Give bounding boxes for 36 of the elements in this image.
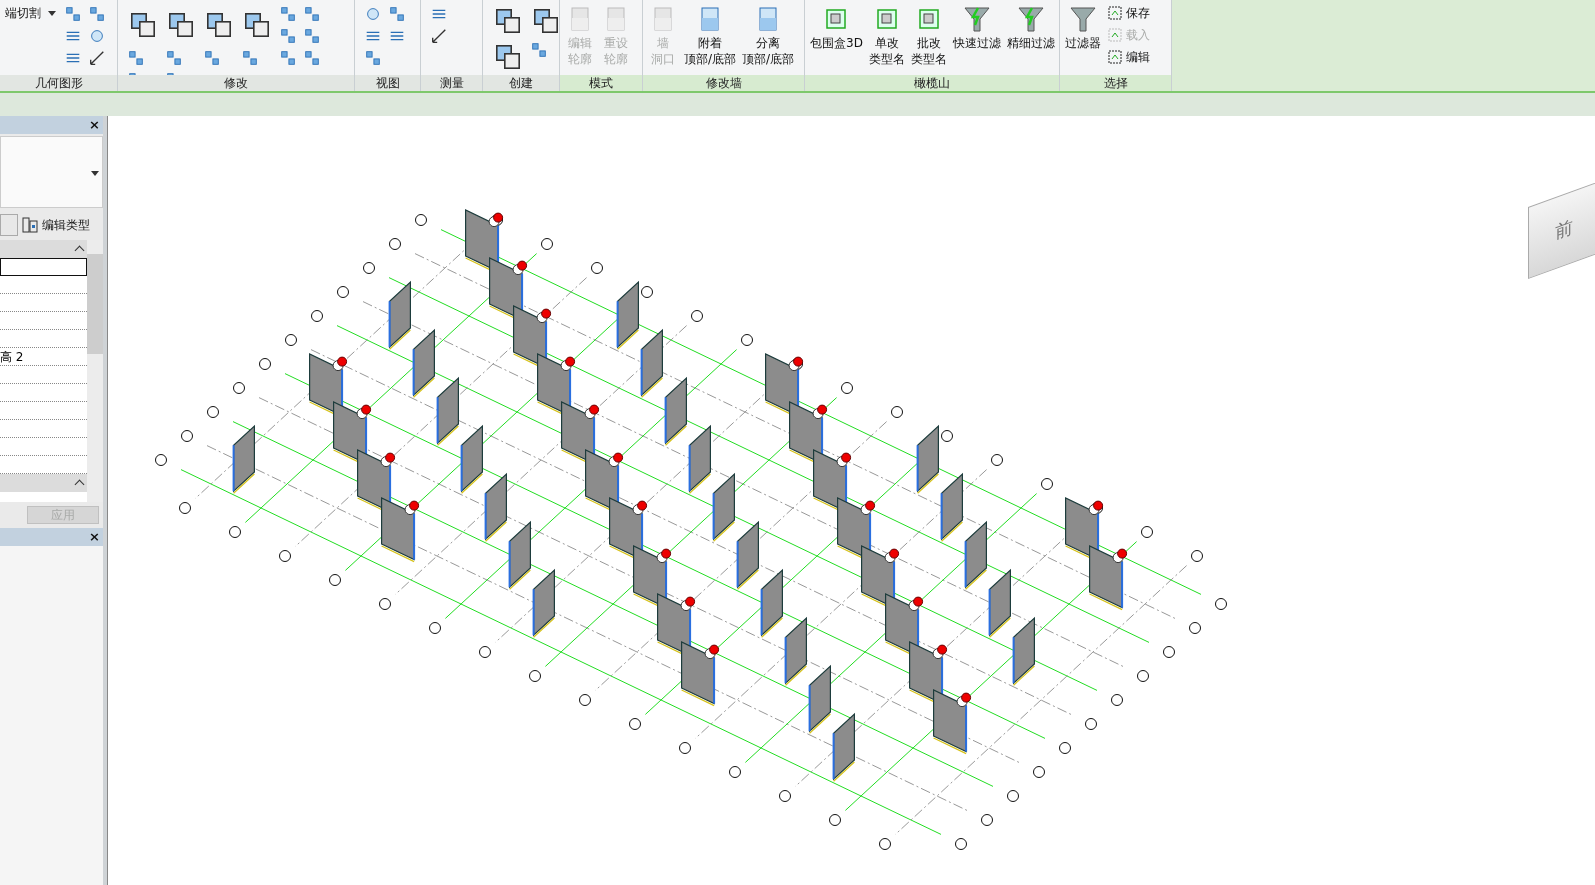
tool-icon[interactable] (88, 49, 106, 67)
edit-type-button[interactable]: 编辑类型 (22, 216, 90, 234)
ribbon-button[interactable]: 编辑 (1105, 47, 1152, 67)
panel-title: 修改墙 (643, 75, 804, 91)
close-button[interactable]: × (89, 118, 100, 132)
ribbon-button[interactable]: 包围盒3D (808, 3, 865, 52)
property-row[interactable] (0, 258, 87, 276)
ribbon-button[interactable]: 批改 类型名 (908, 3, 949, 68)
filter-dropdown[interactable] (0, 214, 18, 236)
tool-icon (1107, 27, 1123, 43)
tool-icon (1107, 49, 1123, 65)
panel-title: 选择 (1060, 75, 1171, 91)
tool-icon (1068, 4, 1098, 34)
panel-title: 测量 (421, 75, 482, 91)
close-button[interactable]: × (89, 530, 100, 544)
tool-icon[interactable] (430, 27, 448, 45)
panel-title: 几何图形 (0, 75, 117, 91)
ribbon-button[interactable]: 过滤器 (1063, 3, 1103, 52)
ribbon-button[interactable]: 快速过滤 (950, 3, 1003, 52)
tool-icon (1015, 4, 1046, 34)
ribbon-button[interactable]: 保存 (1105, 3, 1152, 23)
tool-icon (1107, 5, 1123, 21)
ribbon-button[interactable]: 分离 顶部/底部 (740, 3, 797, 68)
panel-title: 橄榄山 (805, 75, 1059, 91)
ribbon-button[interactable]: 附着 顶部/底部 (682, 3, 739, 68)
panel-title: 创建 (483, 75, 559, 91)
tool-icon (961, 4, 992, 34)
ribbon-button[interactable]: 精细过滤 (1004, 3, 1057, 52)
panel-title: 视图 (355, 75, 420, 91)
ribbon-button[interactable]: 单改 类型名 (866, 3, 907, 68)
panel-title: 模式 (560, 75, 642, 91)
panel-title: 修改 (118, 75, 354, 91)
cube-face-label: 前 (1555, 214, 1573, 246)
edit-type-icon (22, 217, 38, 233)
scrollbar-thumb[interactable] (87, 254, 103, 354)
ribbon-button[interactable]: 端切割 (3, 3, 58, 23)
